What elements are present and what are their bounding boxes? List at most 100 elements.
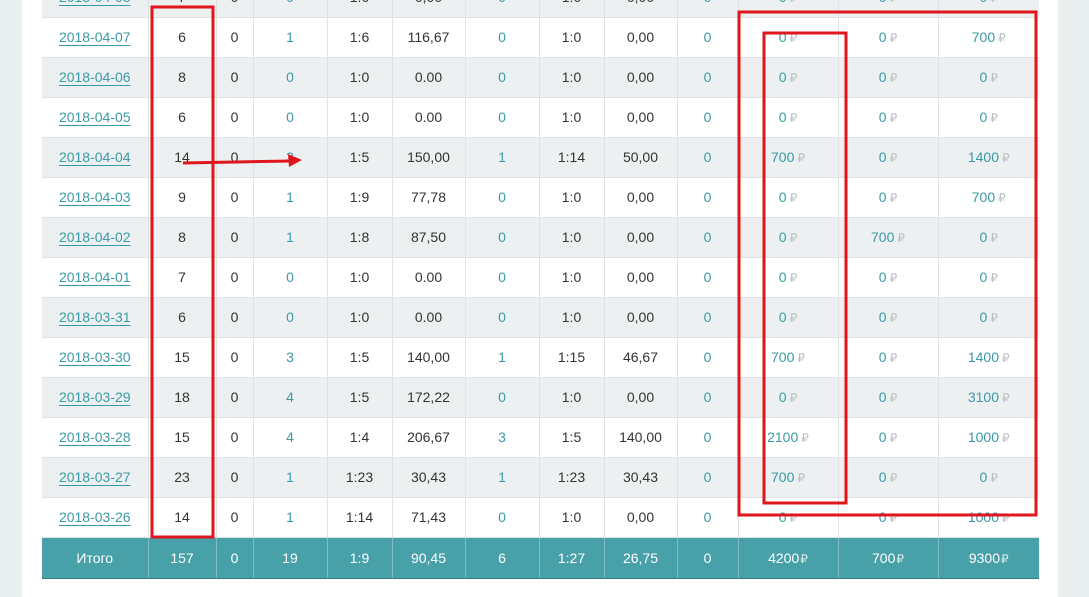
cell-c8: 0,00 [604,17,678,58]
date-cell: 2018-03-26 [42,497,149,538]
cell-c3: 1 [253,497,328,538]
money-value: 1400 [967,149,999,165]
cell-m3: 1000 ₽ [938,497,1039,538]
money-value: 0 [878,469,887,485]
date-cell: 2018-04-03 [42,177,149,218]
cell-c6: 0 [465,377,540,418]
cell-c1: 15 [148,337,217,378]
money-value: 2100 [767,429,799,445]
money-value: 0 [878,189,887,205]
ruble-icon: ₽ [889,511,898,525]
money-value: 1000 [967,509,999,525]
cell-c9: 0 [677,177,739,218]
ruble-icon: ₽ [800,551,808,566]
cell-c3: 0 [253,297,328,338]
cell-m3: 1000 ₽ [938,417,1039,458]
total-c1: 157 [148,537,217,579]
money-value: 700 [771,469,795,485]
date-link[interactable]: 2018-03-29 [59,389,131,405]
date-cell: 2018-03-30 [42,337,149,378]
money-value: 1400 [967,349,999,365]
money-value: 700 [971,29,996,45]
date-link[interactable]: 2018-03-26 [59,509,131,525]
money-value: 0 [979,309,988,325]
date-cell: 2018-04-07 [42,17,149,58]
money-value: 1000 [967,429,999,445]
date-link[interactable]: 2018-03-30 [59,349,131,365]
cell-m1: 0₽ [738,57,839,98]
cell-c5: 206,67 [392,417,466,458]
cell-c8: 0,00 [604,297,678,338]
cell-c5: 30,43 [392,457,466,498]
cell-m3: 0₽ [938,57,1039,98]
date-link[interactable]: 2018-04-01 [59,269,131,285]
cell-c3: 3 [253,137,328,178]
date-link[interactable]: 2018-04-07 [59,29,131,45]
cell-c7: 1:15 [539,337,605,378]
cell-m3: 0₽ [938,257,1039,298]
ruble-icon: ₽ [990,471,998,485]
ruble-icon: ₽ [889,311,898,325]
cell-c6: 0 [465,0,540,18]
cell-c7: 1:0 [539,177,605,218]
date-link[interactable]: 2018-04-04 [59,149,131,165]
cell-c3: 0 [253,97,328,138]
date-link[interactable]: 2018-03-31 [59,309,131,325]
cell-c4: 1:23 [327,457,393,498]
money-value: 0 [878,309,887,325]
cell-c7: 1:5 [539,417,605,458]
cell-c1: 14 [148,497,217,538]
ruble-icon: ₽ [990,111,998,125]
cell-c3: 0 [253,0,328,18]
ruble-icon: ₽ [789,511,798,525]
cell-m2: 0₽ [838,417,939,458]
cell-c3: 1 [253,17,328,58]
date-cell: 2018-04-06 [42,57,149,98]
total-m1: 4200₽ [738,537,839,579]
stats-table: 2018-04-087001:00,0001:00,0000₽0₽0₽2018-… [42,0,1039,579]
cell-c4: 1:5 [327,337,393,378]
cell-c4: 1:0 [327,57,393,98]
cell-c6: 0 [465,297,540,338]
cell-c7: 1:14 [539,137,605,178]
date-link[interactable]: 2018-03-27 [59,469,131,485]
ruble-icon: ₽ [897,231,905,245]
cell-c1: 23 [148,457,217,498]
date-link[interactable]: 2018-04-05 [59,109,131,125]
cell-c3: 1 [253,177,328,218]
cell-m1: 0₽ [738,377,839,418]
date-link[interactable]: 2018-04-08 [59,0,131,5]
ruble-icon: ₽ [789,231,798,245]
cell-c8: 140,00 [604,417,678,458]
cell-c7: 1:0 [539,497,605,538]
cell-m2: 0₽ [838,177,939,218]
cell-c5: 116,67 [392,17,466,58]
cell-c6: 0 [465,57,540,98]
money-value: 0 [778,269,787,285]
cell-c3: 4 [253,417,328,458]
table-row: 2018-03-27 23 0 1 1:23 30,43 1 1:23 30,43 0 700 ₽0 ₽… [42,457,1039,498]
ruble-icon: ₽ [789,111,798,125]
date-link[interactable]: 2018-04-06 [59,69,131,85]
stats-table-body: 2018-04-087001:00,0001:00,0000₽0₽0₽2018-… [42,0,1039,579]
money-value: 0 [878,269,887,285]
cell-m3: 0₽ [938,0,1039,18]
cell-m1: 0₽ [738,297,839,338]
date-link[interactable]: 2018-04-03 [59,189,131,205]
money-value: 0 [778,509,787,525]
cell-c4: 1:8 [327,217,393,258]
cell-c8: 50,00 [604,137,678,178]
cell-c6: 1 [465,337,540,378]
money-value: 0 [979,269,988,285]
date-link[interactable]: 2018-03-28 [59,429,131,445]
money-value: 0 [979,229,988,245]
cell-c1: 15 [148,417,217,458]
cell-c4: 1:5 [327,137,393,178]
ruble-icon: ₽ [990,311,998,325]
cell-m2: 0₽ [838,137,939,178]
date-cell: 2018-03-29 [42,377,149,418]
date-link[interactable]: 2018-04-02 [59,229,131,245]
cell-c7: 1:0 [539,377,605,418]
cell-c2: 0 [216,217,254,258]
money-value: 0 [778,389,787,405]
